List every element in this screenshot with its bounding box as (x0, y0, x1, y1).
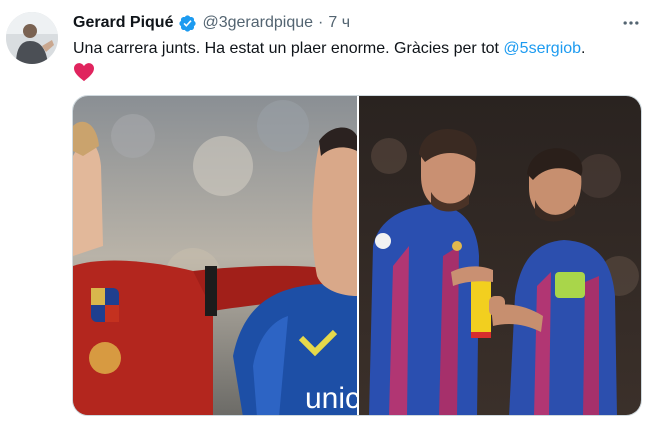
media-photo-right[interactable] (359, 96, 641, 415)
tweet-text: Una carrera junts. Ha estat un plaer eno… (73, 38, 643, 82)
tweet[interactable]: Gerard Piqué @3gerardpique · 7 ч Una car… (0, 0, 657, 427)
author-name[interactable]: Gerard Piqué (73, 14, 173, 32)
tweet-timestamp[interactable]: 7 ч (328, 14, 350, 32)
verified-badge-icon[interactable] (178, 14, 197, 33)
separator-dot: · (318, 14, 324, 31)
tweet-header: Gerard Piqué @3gerardpique · 7 ч (73, 12, 350, 34)
author-handle[interactable]: @3gerardpique (202, 14, 313, 32)
avatar-image (6, 12, 58, 64)
photo-left-image: unic (73, 96, 357, 415)
tweet-media[interactable]: unic (72, 95, 642, 416)
photo-right-image (359, 96, 641, 415)
media-photo-left[interactable]: unic (73, 96, 357, 415)
mention-link[interactable]: @5sergiob (503, 40, 581, 57)
more-horizontal-icon[interactable] (618, 12, 644, 34)
author-avatar[interactable] (6, 12, 58, 64)
tweet-text-body: Una carrera junts. Ha estat un plaer eno… (73, 40, 504, 57)
red-heart-icon (73, 62, 95, 82)
shirt-sponsor-text: unic (305, 382, 357, 415)
tweet-text-end: . (581, 40, 586, 57)
